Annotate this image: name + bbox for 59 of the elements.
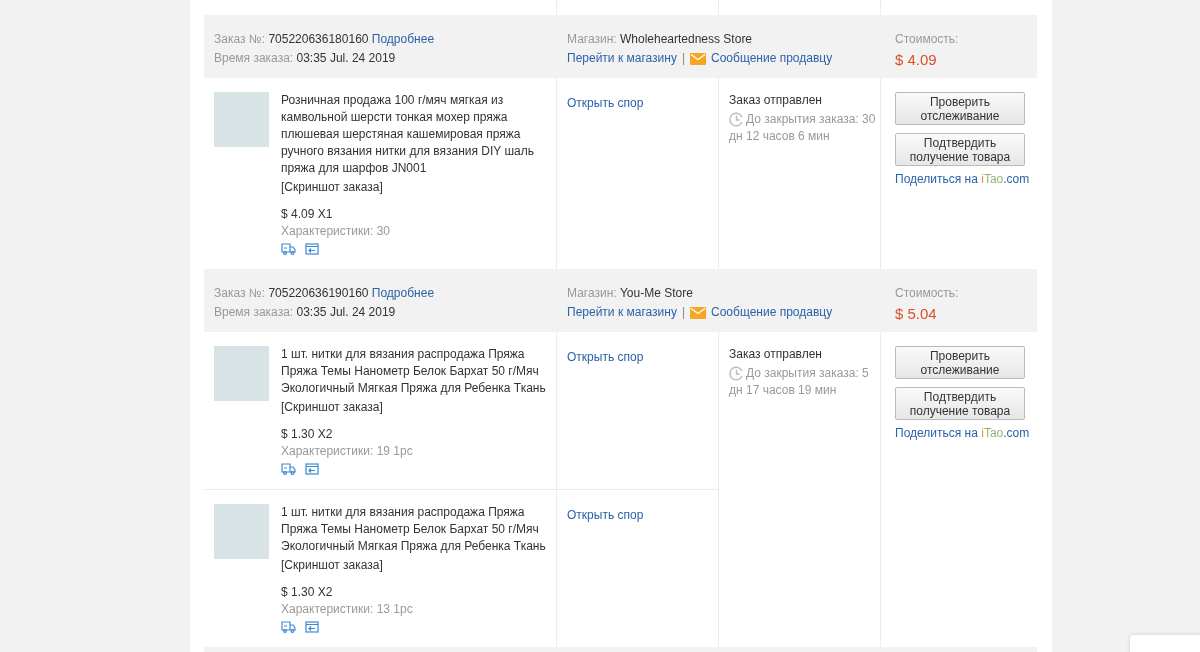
share-link[interactable]: Поделиться на iTao.com [895,426,1030,440]
clock-icon [729,366,744,381]
store-link[interactable]: Перейти к магазину [567,49,677,68]
snapshot-link[interactable]: [Скриншот заказа] [281,180,383,194]
box-arrow-icon[interactable] [305,621,319,633]
order-number: 705220636180160 [268,32,369,46]
box-arrow-icon[interactable] [305,463,319,475]
envelope-icon [690,52,706,65]
item-specs: Характеристики: 19 1pc [281,444,413,458]
open-dispute-link[interactable]: Открыть спор [567,96,644,110]
order-action-button[interactable]: Проверить отслеживание [895,92,1025,125]
order-action-button[interactable]: Подтвердить получение товара [895,133,1025,166]
order-number-label: Заказ №: [214,32,266,46]
snapshot-link[interactable]: [Скриншот заказа] [281,558,383,572]
cost-label: Стоимость: [895,285,960,302]
item-price: $ 4.09 X1 [281,207,333,221]
item-specs: Характеристики: 13 1pc [281,602,413,616]
open-dispute-link[interactable]: Открыть спор [567,508,644,522]
details-link[interactable]: Подробнее [371,286,435,300]
countdown-text: До закрытия заказа: 5 дн 17 часов 19 мин [729,365,870,399]
open-dispute-link[interactable]: Открыть спор [567,350,644,364]
order-time-label: Время заказа: [214,305,294,319]
order-time-label: Время заказа: [214,51,294,65]
order-time: 03:35 Jul. 24 2019 [296,305,396,319]
store-name: You-Me Store [619,286,693,300]
truck-icon[interactable] [281,243,296,255]
product-title[interactable]: 1 шт. нитки для вязания распродажа Пряжа Пряжа Темы Нанометр Белок Бархат 50 г/Мяч Экологичный Мягкая Пряжа для Ребенка Ткань [281,346,546,397]
message-seller-link[interactable]: Сообщение продавцу [711,49,833,68]
cost-label: Стоимость: [895,31,960,48]
separator: | [681,50,685,67]
order-action-button[interactable]: Проверить отслеживание [895,346,1025,379]
box-arrow-icon[interactable] [305,243,319,255]
order-cost: $ 5.04 [895,304,938,324]
item-price: $ 1.30 X2 [281,427,333,441]
order-time: 03:35 Jul. 24 2019 [296,51,396,65]
product-title[interactable]: 1 шт. нитки для вязания распродажа Пряжа Пряжа Темы Нанометр Белок Бархат 50 г/Мяч Экологичный Мягкая Пряжа для Ребенка Ткань [281,504,546,555]
snapshot-link[interactable]: [Скриншот заказа] [281,400,383,414]
details-link[interactable]: Подробнее [371,32,435,46]
order-status: Заказ отправлен [729,93,822,107]
message-seller-link[interactable]: Сообщение продавцу [711,303,833,322]
order-cost: $ 4.09 [895,50,938,70]
share-link[interactable]: Поделиться на iTao.com [895,172,1030,186]
item-specs: Характеристики: 30 [281,224,390,238]
truck-icon[interactable] [281,621,296,633]
store-name: Wholeheartedness Store [619,32,753,46]
store-label: Магазин: [567,286,617,300]
order-number: 705220636190160 [268,286,369,300]
order-action-button[interactable]: Подтвердить получение товара [895,387,1025,420]
store-label: Магазин: [567,32,617,46]
truck-icon[interactable] [281,463,296,475]
order-number-label: Заказ №: [214,286,266,300]
envelope-icon [690,306,706,319]
countdown-text: До закрытия заказа: 30 дн 12 часов 6 мин [729,111,877,145]
clock-icon [729,112,744,127]
order-status: Заказ отправлен [729,347,822,361]
store-link[interactable]: Перейти к магазину [567,303,677,322]
item-price: $ 1.30 X2 [281,585,333,599]
separator: | [681,304,685,321]
product-title[interactable]: Розничная продажа 100 г/мяч мягкая из камвольной шерсти тонкая мохер пряжа плюшевая шерстяная кашемировая пряжа ручного вязания нитки для вязания DIY шаль пряжа для шарфов JN001 [281,92,546,177]
